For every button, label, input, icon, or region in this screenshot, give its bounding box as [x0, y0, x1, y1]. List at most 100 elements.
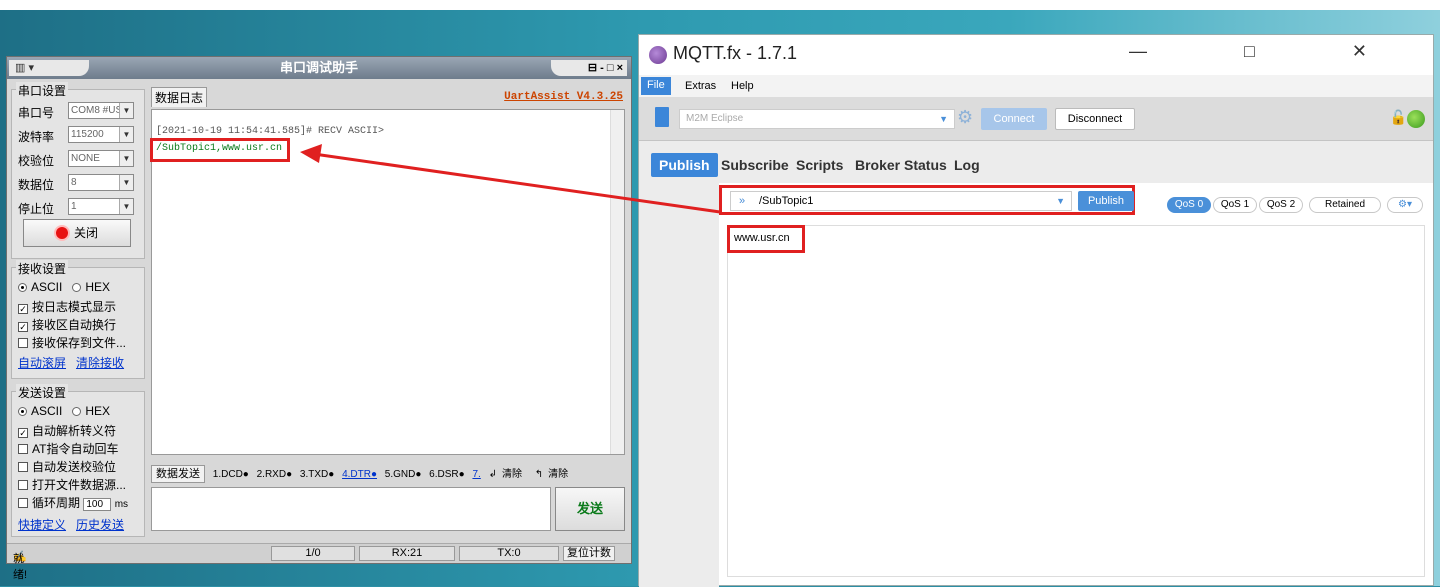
top-strip	[0, 0, 1440, 10]
parity-select[interactable]: NONE ▼	[68, 150, 134, 167]
history-link[interactable]: 历史发送	[76, 518, 124, 532]
window-title: 串口调试助手	[7, 57, 631, 79]
pin-7[interactable]: 7.	[472, 469, 480, 480]
tab-send[interactable]: 数据发送	[151, 465, 205, 483]
checkbox-icon	[18, 444, 28, 454]
unlock-icon: 🔓	[1389, 109, 1407, 125]
message-editor[interactable]: www.usr.cn	[727, 225, 1425, 577]
app-menu-button[interactable]: ▥ ▾	[9, 60, 89, 76]
checkbox-icon	[18, 480, 28, 490]
menu-extras[interactable]: Extras	[685, 80, 716, 92]
menu-bar: File Extras Help	[639, 75, 1433, 97]
tab-broker-status[interactable]: Broker Status	[855, 153, 947, 177]
checkbox-label: 接收保存到文件...	[32, 336, 127, 350]
pin-dcd[interactable]: 1.DCD●	[213, 469, 249, 480]
pin-dsr[interactable]: 6.DSR●	[429, 469, 465, 480]
scrollbar[interactable]	[610, 110, 624, 454]
checkbox-checked-icon: ✓	[18, 304, 28, 314]
chevron-down-icon: ▼	[939, 114, 948, 124]
qos2-toggle[interactable]: QoS 2	[1259, 197, 1303, 213]
clear-recv-button[interactable]: ↰ 清除	[535, 469, 573, 480]
send-checksum-checkbox[interactable]: 自动发送校验位	[18, 458, 116, 475]
checkbox-label: 循环周期	[32, 496, 81, 510]
send-at-checkbox[interactable]: AT指令自动回车	[18, 440, 118, 457]
send-links: 快捷定义 历史发送	[18, 516, 134, 533]
checkbox-label: 自动解析转义符	[32, 424, 117, 438]
send-tab-bar: 数据发送 1.DCD● 2.RXD● 3.TXD● 4.DTR● 5.GND● …	[151, 465, 627, 485]
log-line: [2021-10-19 11:54:41.585]# RECV ASCII>	[156, 126, 385, 137]
data-bits-label: 数据位	[18, 178, 55, 192]
send-input[interactable]	[151, 487, 551, 531]
status-tx: TX:0	[459, 546, 559, 561]
checkbox-icon	[18, 338, 28, 348]
tab-log[interactable]: Log	[954, 153, 980, 177]
shortcut-link[interactable]: 快捷定义	[18, 518, 66, 532]
qos1-toggle[interactable]: QoS 1	[1213, 197, 1257, 213]
tab-subscribe[interactable]: Subscribe	[721, 153, 789, 177]
qos0-toggle[interactable]: QoS 0	[1167, 197, 1211, 213]
topic-value: /SubTopic1	[759, 195, 814, 207]
status-led-icon	[55, 227, 68, 239]
tab-bar: Publish Subscribe Scripts Broker Status …	[639, 141, 1433, 183]
reset-count-button[interactable]: 复位计数	[563, 546, 615, 561]
window-controls[interactable]: ⊟ - □ ×	[551, 60, 627, 76]
chevron-down-icon: ▼	[119, 127, 133, 142]
topic-input[interactable]: » /SubTopic1 ▼	[730, 191, 1072, 211]
recv-log-mode-checkbox[interactable]: ✓ 按日志模式显示	[18, 298, 116, 315]
checkbox-label: 打开文件数据源...	[32, 478, 127, 492]
gear-icon[interactable]: ⚙	[957, 107, 973, 128]
message-highlight	[727, 225, 805, 253]
recv-encoding[interactable]: ASCII HEX	[18, 280, 110, 294]
group-title: 接收设置	[16, 260, 69, 277]
title-bar: MQTT.fx - 1.7.1 — □ ✕	[639, 35, 1433, 75]
publish-button[interactable]: Publish	[1078, 191, 1134, 211]
disconnect-button[interactable]: Disconnect	[1055, 108, 1135, 130]
data-bits-value: 8	[71, 177, 77, 188]
port-select[interactable]: COM8 #USI ▼	[68, 102, 134, 119]
connect-button[interactable]: Connect	[981, 108, 1047, 130]
receive-settings-group: 接收设置 ASCII HEX ✓ 按日志模式显示 ✓ 接收区自动换行 接收保存到文件…	[11, 260, 145, 379]
clear-label: 清除	[548, 469, 569, 480]
pin-dtr[interactable]: 4.DTR●	[342, 469, 377, 480]
window-controls[interactable]: — □ ✕	[1129, 41, 1413, 62]
checkbox-icon	[18, 498, 28, 508]
data-bits-select[interactable]: 8 ▼	[68, 174, 134, 191]
profile-select[interactable]: M2M Eclipse ▼	[679, 109, 955, 129]
chevron-down-icon: ▼	[119, 151, 133, 166]
send-button[interactable]: 发送	[555, 487, 625, 531]
chevron-down-icon: ▼	[119, 199, 133, 214]
tab-data-log[interactable]: 数据日志	[151, 87, 207, 107]
checkbox-label: 接收区自动换行	[32, 318, 117, 332]
close-port-button[interactable]: 关闭	[23, 219, 131, 247]
menu-help[interactable]: Help	[731, 80, 754, 92]
document-icon[interactable]	[655, 107, 669, 127]
status-rx: RX:21	[359, 546, 455, 561]
options-icon[interactable]: ⚙▾	[1387, 197, 1423, 213]
clear-receive-link[interactable]: 清除接收	[76, 356, 124, 370]
pin-txd[interactable]: 3.TXD●	[300, 469, 334, 480]
send-file-checkbox[interactable]: 打开文件数据源...	[18, 476, 126, 493]
stop-bits-select[interactable]: 1 ▼	[68, 198, 134, 215]
baud-select[interactable]: 115200 ▼	[68, 126, 134, 143]
recv-wrap-checkbox[interactable]: ✓ 接收区自动换行	[18, 316, 116, 333]
recv-save-checkbox[interactable]: 接收保存到文件...	[18, 334, 126, 351]
pin-rxd[interactable]: 2.RXD●	[257, 469, 293, 480]
chevron-down-icon: ▼	[119, 175, 133, 190]
send-encoding[interactable]: ASCII HEX	[18, 404, 110, 418]
pin-gnd[interactable]: 5.GND●	[385, 469, 422, 480]
stop-bits-label: 停止位	[18, 202, 55, 216]
send-escape-checkbox[interactable]: ✓ 自动解析转义符	[18, 422, 116, 439]
auto-scroll-link[interactable]: 自动滚屏	[18, 356, 66, 370]
send-cycle-checkbox[interactable]: 循环周期 100 ms	[18, 494, 128, 511]
clear-send-button[interactable]: ↲ 清除	[489, 469, 527, 480]
chevron-down-icon: ▼	[1056, 196, 1065, 206]
tab-scripts[interactable]: Scripts	[796, 153, 843, 177]
checkbox-checked-icon: ✓	[18, 428, 28, 438]
baud-value: 115200	[71, 129, 104, 140]
menu-file[interactable]: File	[641, 77, 671, 95]
status-count: 1/0	[271, 546, 355, 561]
version-link[interactable]: UartAssist V4.3.25	[504, 91, 623, 103]
cycle-input[interactable]: 100	[83, 498, 112, 511]
retained-toggle[interactable]: Retained	[1309, 197, 1381, 213]
tab-publish[interactable]: Publish	[651, 153, 718, 177]
